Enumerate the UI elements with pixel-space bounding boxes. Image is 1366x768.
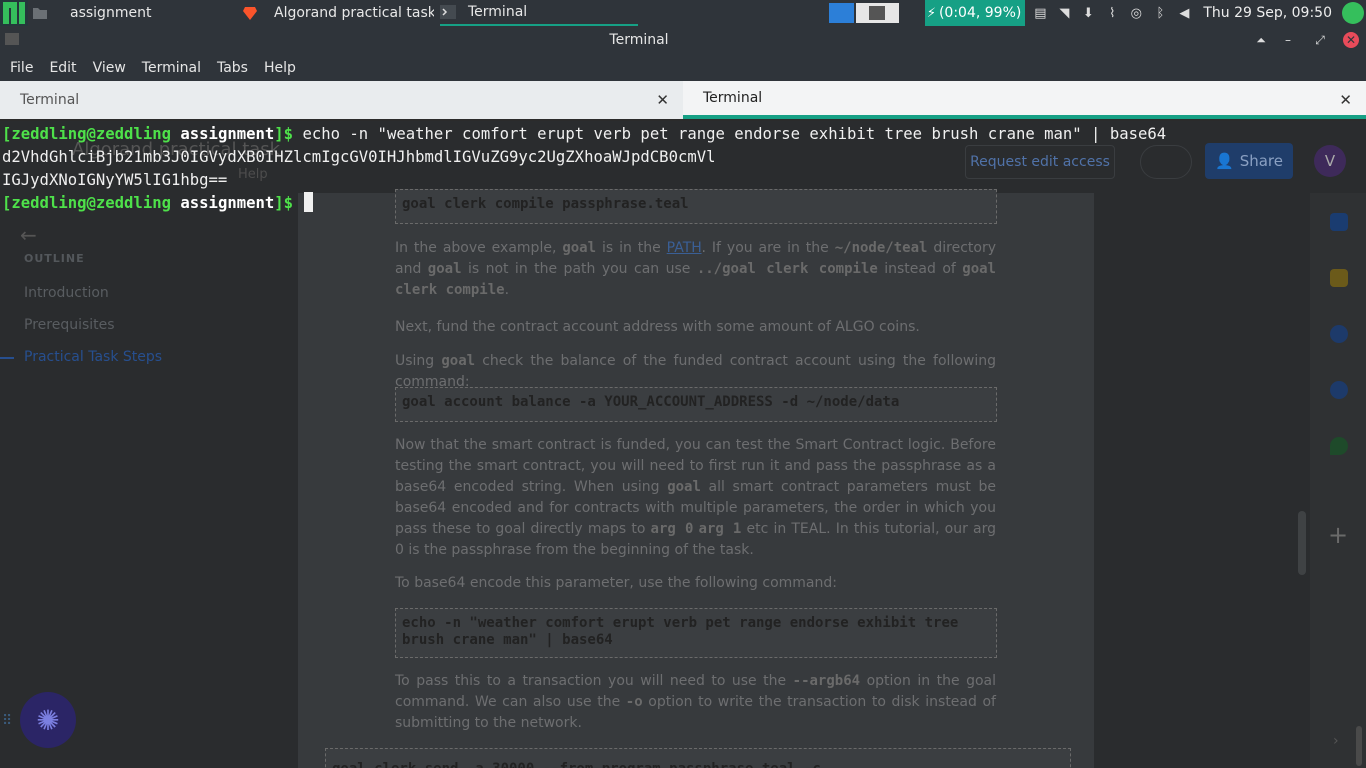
outline-panel: ← OUTLINE Introduction Prerequisites Pra… [0, 193, 298, 768]
menu-view[interactable]: View [91, 60, 133, 76]
outline-item-prerequisites: Prerequisites [24, 317, 115, 333]
attachment-icon[interactable]: ⌇ [1103, 4, 1121, 22]
power-icon[interactable] [1342, 2, 1364, 24]
menu-file[interactable]: File [8, 60, 40, 76]
maps-icon [1330, 437, 1348, 455]
add-addon-icon: + [1328, 521, 1349, 549]
code-balance: goal account balance -a YOUR_ACCOUNT_ADD… [395, 387, 997, 422]
paragraph-argb64: To pass this to a transaction you will n… [395, 673, 996, 731]
system-tray: ⚡ (0:04, 99%) ▤ ◥ ⬇ ⌇ ◎ ᛒ ◀ Thu 29 Sep, … [924, 0, 1366, 26]
minimize-icon[interactable]: – [1280, 32, 1296, 48]
outline-item-steps: Practical Task Steps [24, 349, 163, 365]
workspace-2[interactable] [856, 3, 899, 23]
task-file-manager[interactable]: assignment [32, 0, 232, 26]
terminal-line-prompt: [zeddling@zeddling assignment]$ [2, 192, 314, 215]
outline-label: OUTLINE [24, 252, 85, 265]
updates-icon[interactable]: ⬇ [1079, 4, 1097, 22]
task-browser[interactable]: Algorand practical task - G... [242, 0, 434, 26]
maximize-icon[interactable]: ⤢ [1312, 32, 1328, 48]
outline-item-introduction: Introduction [24, 285, 109, 301]
battery-indicator[interactable]: ⚡ (0:04, 99%) [924, 0, 1026, 26]
drag-dots-icon: ⠿ [2, 713, 13, 729]
folder-icon [32, 5, 48, 21]
paragraph-encode: To base64 encode this parameter, use the… [395, 575, 837, 591]
terminal-line-output-1: d2VhdGhlciBjb21mb3J0IGVydXB0IHZlcmIgcGV0… [2, 148, 716, 166]
clock[interactable]: Thu 29 Sep, 09:50 [1199, 5, 1336, 21]
assistant-fab-icon: ✺ [20, 692, 76, 748]
paragraph-path: In the above example, goal is in the PAT… [395, 240, 996, 298]
terminal-cursor [304, 192, 314, 212]
doc-scrollbar [1298, 511, 1306, 575]
code-send: goal clerk send -a 30000 --from-program … [325, 748, 1071, 768]
terminal-icon [440, 4, 456, 20]
close-window-icon[interactable]: ✕ [1343, 32, 1359, 48]
contacts-icon [1330, 381, 1348, 399]
manjaro-logo-icon[interactable] [0, 0, 28, 26]
menu-tabs[interactable]: Tabs [215, 60, 255, 76]
tab-bar: Terminal ✕ Terminal ✕ [0, 81, 1366, 119]
paragraph-test: Now that the smart contract is funded, y… [395, 437, 996, 558]
battery-icon: ⚡ [926, 5, 936, 21]
bluetooth-icon[interactable]: ᛒ [1151, 4, 1169, 22]
clipboard-icon[interactable]: ▤ [1031, 4, 1049, 22]
window-title: Terminal [609, 32, 669, 48]
tab-label: Terminal [20, 92, 80, 108]
volume-icon[interactable]: ◀ [1175, 4, 1193, 22]
outline-active-marker [0, 357, 14, 359]
tab-terminal-2[interactable]: Terminal ✕ [683, 81, 1366, 119]
paragraph-fund: Next, fund the contract account address … [395, 319, 920, 335]
close-tab-icon[interactable]: ✕ [656, 91, 669, 109]
wifi-icon[interactable]: ◥ [1055, 4, 1073, 22]
task-terminal[interactable]: Terminal [440, 0, 638, 26]
desktop: assignment Algorand practical task - G..… [0, 0, 1366, 768]
menubar: File Edit View Terminal Tabs Help [0, 54, 1366, 81]
brave-icon [242, 5, 258, 21]
chevron-right-icon: › [1333, 733, 1339, 749]
terminal-line-command: [zeddling@zeddling assignment]$ echo -n … [2, 125, 1167, 143]
close-tab-icon[interactable]: ✕ [1339, 91, 1352, 109]
tab-terminal-1[interactable]: Terminal ✕ [0, 81, 683, 119]
terminal-output[interactable]: [zeddling@zeddling assignment]$ echo -n … [0, 121, 1366, 221]
tasks-icon [1330, 325, 1348, 343]
task-label: assignment [70, 5, 152, 21]
code-echo: echo -n "weather comfort erupt verb pet … [395, 608, 997, 658]
terminal-line-output-2: IGJydXNoIGNyYW5lIG1hbg== [2, 171, 228, 189]
workspace-1[interactable] [829, 3, 854, 23]
task-label: Algorand practical task - G... [274, 5, 434, 21]
menu-terminal[interactable]: Terminal [140, 60, 208, 76]
shade-icon[interactable]: ⏶ [1253, 32, 1269, 48]
task-label: Terminal [468, 4, 528, 20]
window-titlebar[interactable]: Terminal ⏶ – ⤢ ✕ [0, 26, 1366, 54]
keep-icon [1330, 269, 1348, 287]
menu-help[interactable]: Help [262, 60, 303, 76]
taskbar: assignment Algorand practical task - G..… [0, 0, 1366, 26]
redshift-icon[interactable]: ◎ [1127, 4, 1145, 22]
terminal-scrollbar[interactable] [1356, 726, 1362, 766]
tab-label: Terminal [703, 90, 763, 106]
menu-edit[interactable]: Edit [47, 60, 83, 76]
